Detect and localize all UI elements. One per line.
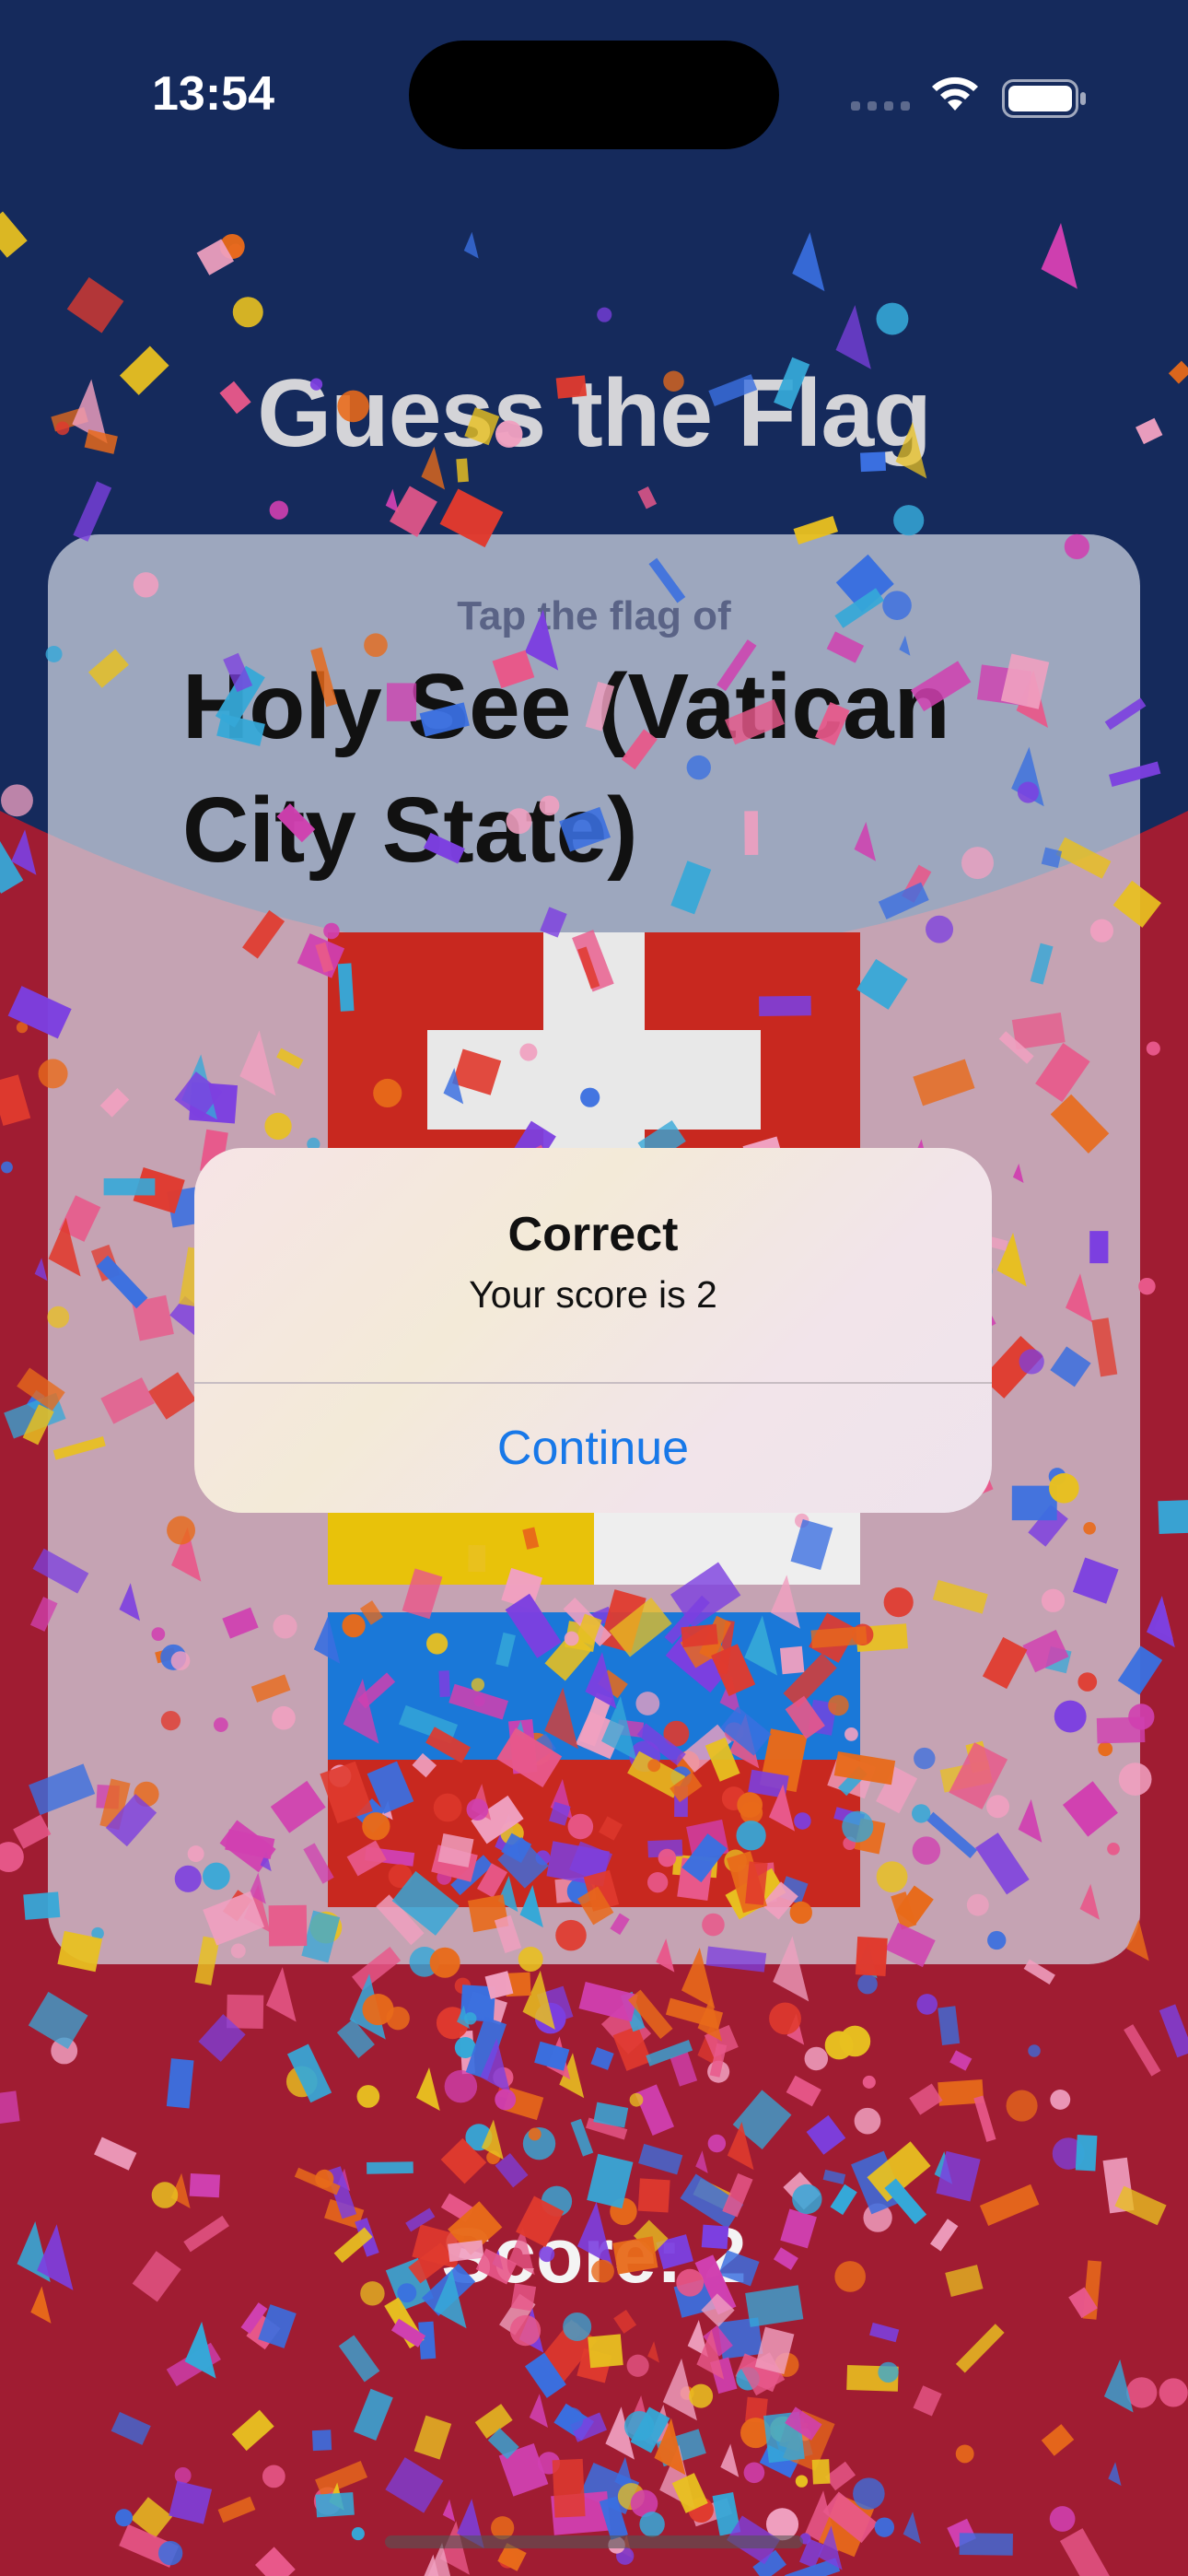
wifi-icon [932, 76, 978, 111]
status-time: 13:54 [152, 67, 274, 121]
blue-red-flag-icon [328, 1612, 860, 1907]
continue-button[interactable]: Continue [194, 1384, 992, 1513]
alert-title: Correct [507, 1208, 679, 1261]
flag-button-3[interactable] [328, 1612, 860, 1907]
country-name: Holy See (Vatican City State) [182, 655, 950, 882]
cellular-signal-icon [851, 101, 910, 111]
battery-icon [1002, 79, 1086, 118]
question-prompt: Tap the flag of [457, 593, 731, 638]
app-title: Guess the Flag [257, 360, 932, 467]
alert-dialog: Correct Your score is 2 Continue [194, 1148, 992, 1513]
dynamic-island [409, 41, 779, 149]
alert-message: Your score is 2 [469, 1273, 717, 1316]
home-indicator [385, 2535, 803, 2548]
score-label: Score: 2 [441, 2212, 747, 2299]
